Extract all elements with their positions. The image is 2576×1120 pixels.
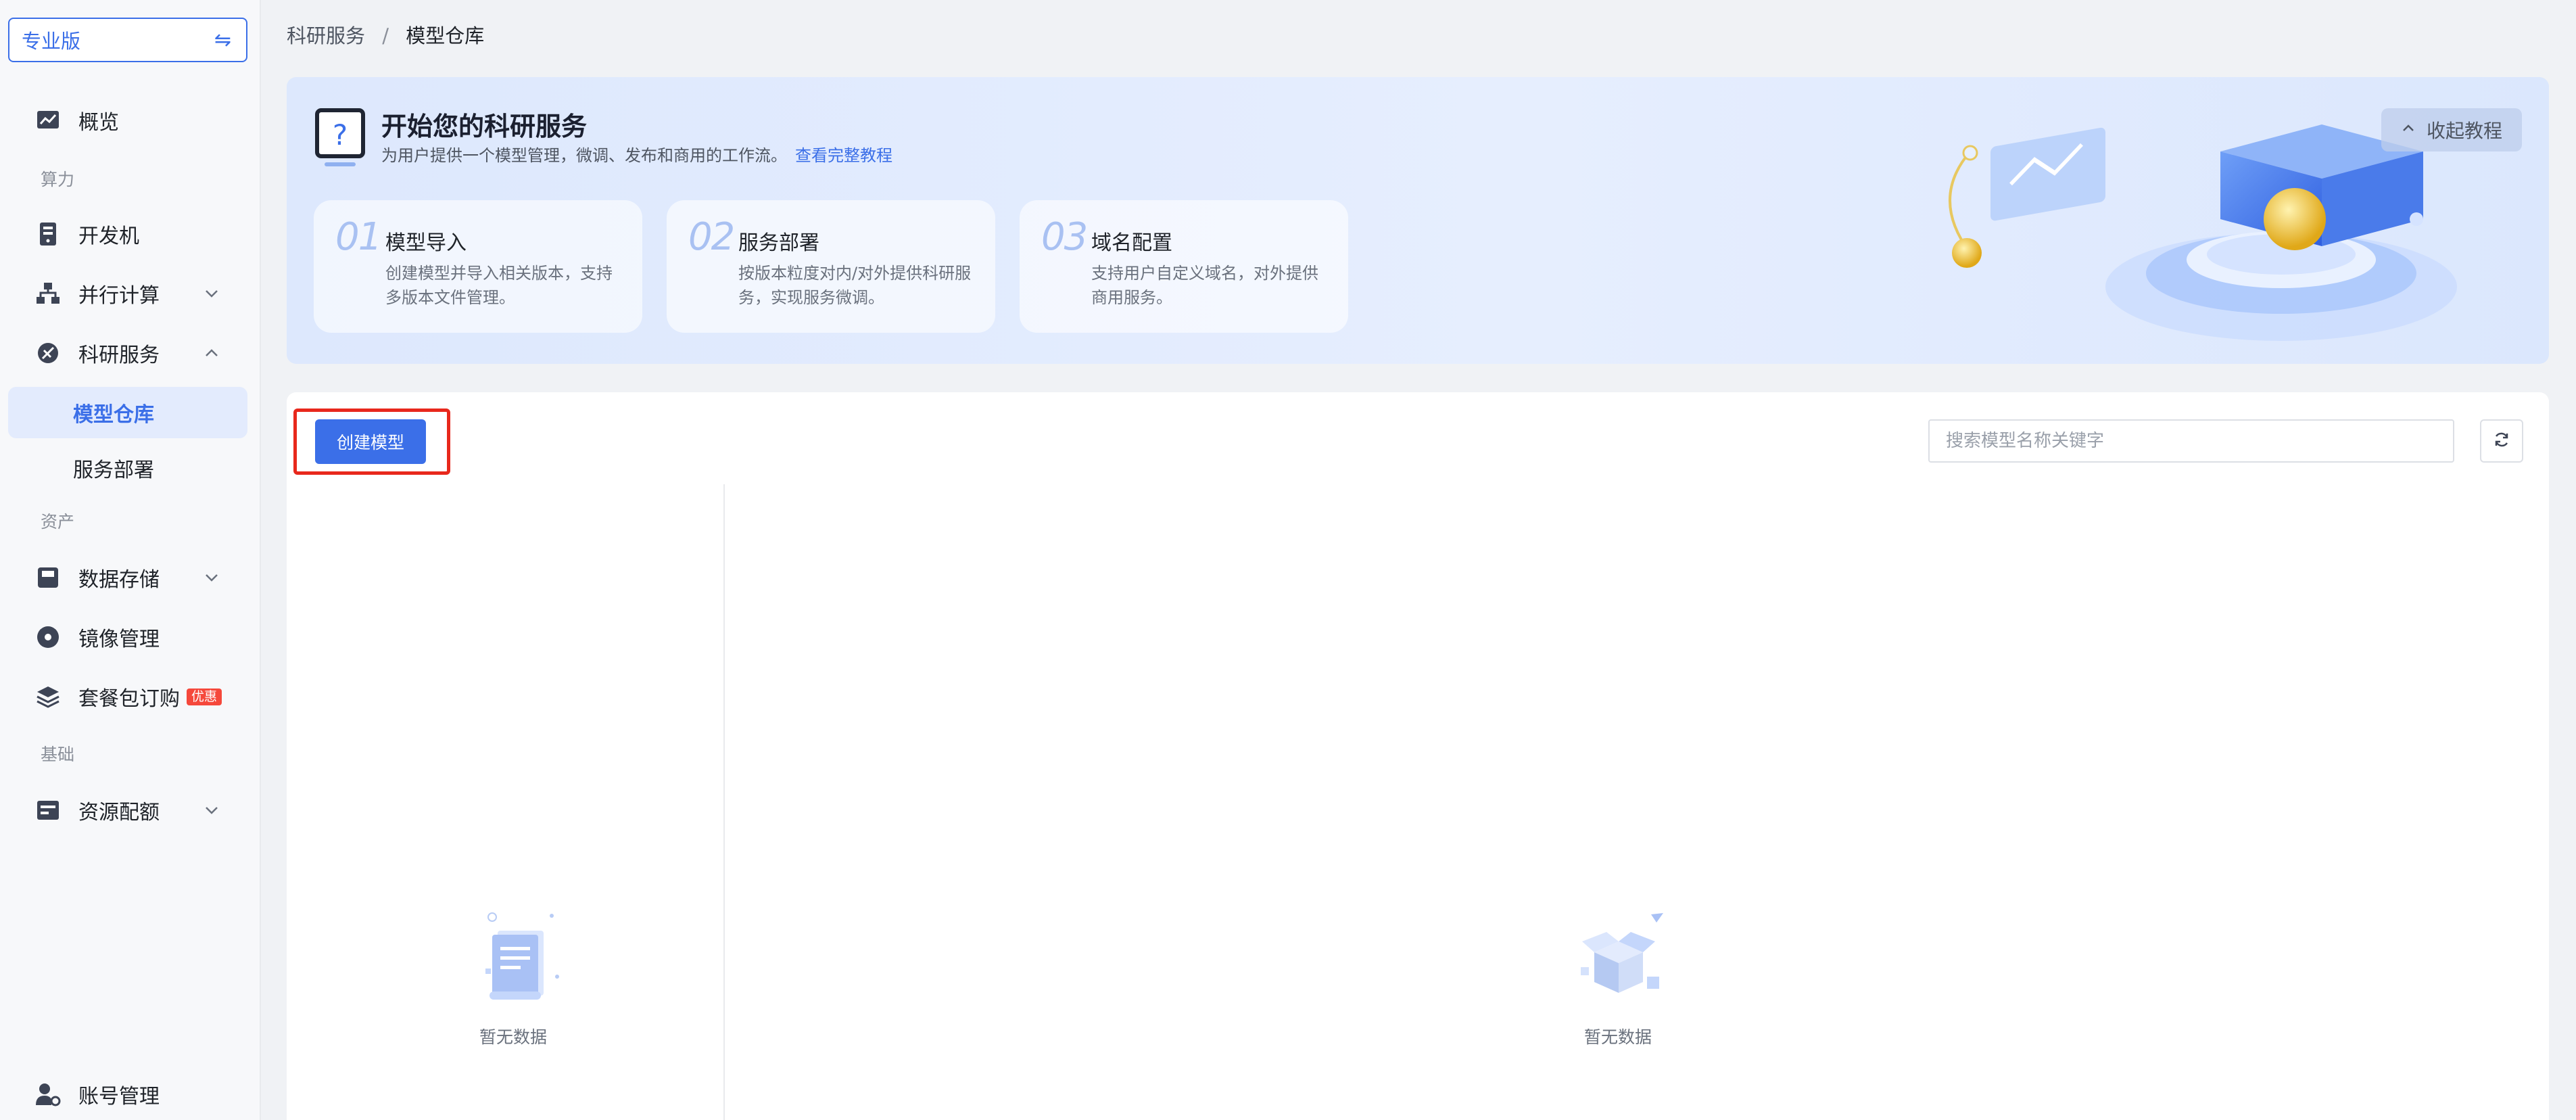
empty-text: 暂无数据 <box>1583 1027 1652 1047</box>
step-title: 模型导入 <box>385 231 467 255</box>
chart-icon <box>35 108 61 133</box>
banner-title: 开始您的科研服务 <box>381 112 588 141</box>
empty-box-icon <box>1567 912 1669 1009</box>
search-input[interactable] <box>1928 419 2454 463</box>
sidebar-item-label: 并行计算 <box>78 284 160 308</box>
model-list-panel: 创建模型 暂无数据 暂无数据 <box>287 392 2549 1120</box>
sidebar-item-overview[interactable]: 概览 <box>8 95 247 146</box>
sidebar-item-account-mgmt[interactable]: 账号管理 <box>8 1069 247 1120</box>
panel-divider <box>723 484 725 1120</box>
sidebar-item-research[interactable]: 科研服务 <box>8 327 247 379</box>
sidebar: 专业版 ⇋ 概览 算力 开发机 并行计算 科研服务 模型仓库 服务部署 资产 数… <box>0 0 261 1120</box>
sidebar-item-image-mgmt[interactable]: 镜像管理 <box>8 611 247 663</box>
step-title: 服务部署 <box>738 231 819 255</box>
create-model-button[interactable]: 创建模型 <box>315 419 426 464</box>
sidebar-item-label: 模型仓库 <box>73 403 154 427</box>
section-label-compute: 算力 <box>41 170 75 189</box>
sidebar-item-label: 概览 <box>78 111 119 135</box>
chevron-down-icon <box>203 568 220 592</box>
empty-state-right: 暂无数据 <box>1567 912 1669 1048</box>
user-gear-icon <box>35 1081 61 1107</box>
quota-icon <box>35 797 61 823</box>
sidebar-item-model-repo[interactable]: 模型仓库 <box>8 387 247 438</box>
refresh-button[interactable] <box>2480 419 2523 463</box>
breadcrumb: 科研服务 / 模型仓库 <box>287 20 484 49</box>
empty-document-icon <box>462 912 564 1009</box>
sidebar-item-package-order[interactable]: 套餐包订购 优惠 <box>8 671 247 722</box>
sidebar-item-service-deploy[interactable]: 服务部署 <box>8 442 247 494</box>
help-icon: ? <box>315 108 366 172</box>
research-icon <box>35 340 61 366</box>
storage-icon <box>35 565 61 590</box>
edition-label: 专业版 <box>22 30 81 53</box>
cluster-icon <box>35 281 61 306</box>
step-description: 支持用户自定义域名，对外提供商用服务。 <box>1091 264 1318 307</box>
banner-subtitle: 为用户提供一个模型管理，微调、发布和商用的工作流。 查看完整教程 <box>381 142 892 166</box>
step-number: 02 <box>688 215 735 259</box>
promo-badge: 优惠 <box>187 688 222 705</box>
step-number: 03 <box>1041 215 1088 259</box>
section-label-basic: 基础 <box>41 745 75 764</box>
edition-switcher[interactable]: 专业版 ⇋ <box>8 18 247 62</box>
sidebar-item-resource-quota[interactable]: 资源配额 <box>8 785 247 836</box>
tutorial-link[interactable]: 查看完整教程 <box>795 146 892 165</box>
step-card-import: 01 模型导入 创建模型并导入相关版本，支持多版本文件管理。 <box>314 200 642 333</box>
disc-icon <box>35 624 61 650</box>
sidebar-item-label: 套餐包订购 <box>78 687 180 711</box>
step-title: 域名配置 <box>1091 231 1172 255</box>
server-icon <box>35 221 61 247</box>
step-description: 创建模型并导入相关版本，支持多版本文件管理。 <box>385 264 613 307</box>
breadcrumb-current: 模型仓库 <box>406 24 485 47</box>
step-card-domain: 03 域名配置 支持用户自定义域名，对外提供商用服务。 <box>1020 200 1348 333</box>
sidebar-item-label: 资源配额 <box>78 801 160 824</box>
step-card-deploy: 02 服务部署 按版本粒度对内/对外提供科研服务，实现服务微调。 <box>667 200 995 333</box>
sidebar-item-label: 数据存储 <box>78 568 160 592</box>
sidebar-item-label: 镜像管理 <box>78 628 160 651</box>
chevron-up-icon <box>2401 120 2416 139</box>
layers-icon <box>35 684 61 709</box>
sidebar-item-label: 科研服务 <box>78 344 160 367</box>
step-number: 01 <box>335 215 382 259</box>
refresh-icon <box>2492 430 2511 452</box>
chevron-up-icon <box>203 344 220 367</box>
banner-subtitle-text: 为用户提供一个模型管理，微调、发布和商用的工作流。 <box>381 146 787 165</box>
sidebar-item-devmachine[interactable]: 开发机 <box>8 208 247 260</box>
empty-text: 暂无数据 <box>479 1027 547 1047</box>
tutorial-banner: ? 开始您的科研服务 为用户提供一个模型管理，微调、发布和商用的工作流。 查看完整… <box>287 77 2549 364</box>
breadcrumb-parent[interactable]: 科研服务 <box>287 24 365 47</box>
chevron-down-icon <box>203 801 220 824</box>
chevron-down-icon <box>203 284 220 308</box>
svg-text:?: ? <box>333 118 348 151</box>
swap-icon: ⇋ <box>214 28 231 52</box>
sidebar-item-label: 账号管理 <box>78 1085 160 1109</box>
step-description: 按版本粒度对内/对外提供科研服务，实现服务微调。 <box>738 264 972 307</box>
empty-state-left: 暂无数据 <box>462 912 564 1048</box>
sidebar-item-parallel[interactable]: 并行计算 <box>8 268 247 319</box>
sidebar-item-label: 服务部署 <box>73 459 154 482</box>
collapse-label: 收起教程 <box>2426 120 2502 142</box>
breadcrumb-separator: / <box>382 24 389 47</box>
sidebar-item-data-storage[interactable]: 数据存储 <box>8 552 247 603</box>
collapse-tutorial-button[interactable]: 收起教程 <box>2381 108 2522 151</box>
section-label-assets: 资产 <box>41 512 75 532</box>
sidebar-item-label: 开发机 <box>78 225 139 248</box>
